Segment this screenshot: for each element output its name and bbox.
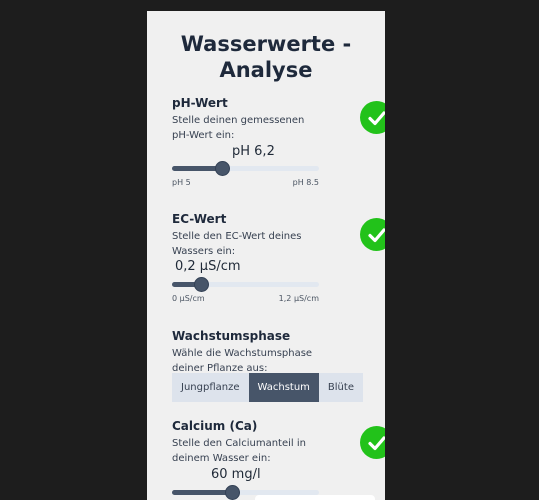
ec-range-labels: 0 µS/cm 1,2 µS/cm xyxy=(172,294,319,303)
ph-min-label: pH 5 xyxy=(172,178,191,187)
ec-slider[interactable] xyxy=(172,277,319,292)
ec-max-label: 1,2 µS/cm xyxy=(278,294,319,303)
calcium-value: 60 mg/l xyxy=(211,467,261,482)
next-card-edge xyxy=(255,495,375,500)
ec-title: EC-Wert xyxy=(172,212,227,226)
ph-slider[interactable] xyxy=(172,161,319,176)
calcium-section: Calcium (Ca) Stelle den Calciumanteil in… xyxy=(172,419,385,500)
ph-max-label: pH 8.5 xyxy=(292,178,319,187)
ec-min-label: 0 µS/cm xyxy=(172,294,205,303)
analysis-panel: Wasserwerte - Analyse pH-Wert Stelle dei… xyxy=(147,11,385,500)
ph-description: Stelle deinen gemessenen pH-Wert ein: xyxy=(172,115,305,141)
ec-value: 0,2 µS/cm xyxy=(175,259,241,274)
check-circle-icon xyxy=(360,218,385,251)
phase-option-wachstum[interactable]: Wachstum xyxy=(248,373,319,402)
ph-range-labels: pH 5 pH 8.5 xyxy=(172,178,319,187)
check-circle-icon xyxy=(360,101,385,134)
ph-value: pH 6,2 xyxy=(232,144,275,159)
phase-option-bluete[interactable]: Blüte xyxy=(318,373,363,402)
ec-section: EC-Wert Stelle den EC-Wert deines Wasser… xyxy=(172,212,385,303)
phase-section: Wachstumsphase Wähle die Wachstumsphase … xyxy=(172,329,372,376)
calcium-slider-fill xyxy=(172,490,233,495)
page-title: Wasserwerte - Analyse xyxy=(180,32,352,82)
phase-selector: Jungpflanze Wachstum Blüte xyxy=(172,373,363,402)
phase-title: Wachstumsphase xyxy=(172,329,291,343)
phase-description: Wähle die Wachstumsphase deiner Pflanze … xyxy=(172,348,313,374)
calcium-slider-thumb[interactable] xyxy=(225,485,241,500)
ph-title: pH-Wert xyxy=(172,96,228,110)
ec-description: Stelle den EC-Wert deines Wassers ein: xyxy=(172,231,302,257)
ph-slider-thumb[interactable] xyxy=(214,161,230,176)
calcium-title: Calcium (Ca) xyxy=(172,419,258,433)
ec-slider-thumb[interactable] xyxy=(194,277,210,292)
calcium-description: Stelle den Calciumanteil in deinem Wasse… xyxy=(172,438,306,464)
phase-option-jungpflanze[interactable]: Jungpflanze xyxy=(172,373,249,402)
check-circle-icon xyxy=(360,426,385,459)
ph-section: pH-Wert Stelle deinen gemessenen pH-Wert… xyxy=(172,96,385,187)
